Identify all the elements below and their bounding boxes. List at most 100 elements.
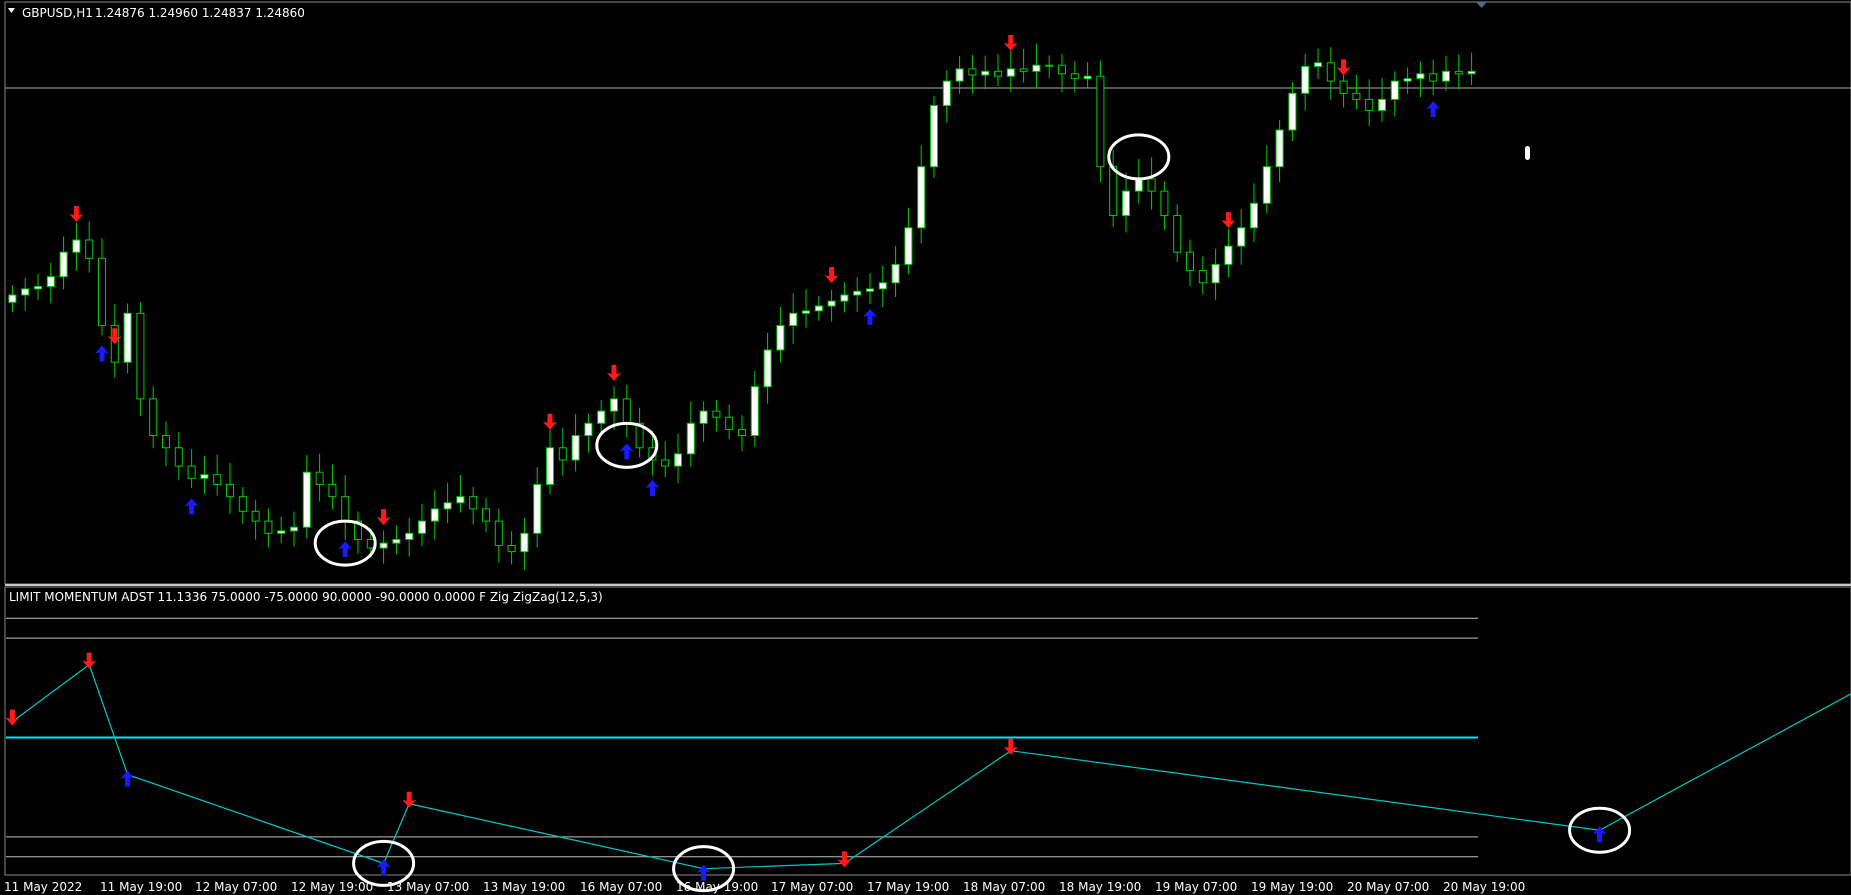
candle-body [1275, 129, 1284, 168]
candle-body [981, 70, 990, 76]
candle-body [827, 300, 836, 307]
candle-body [1377, 98, 1387, 111]
candle-body [533, 483, 542, 534]
candle-body [597, 410, 606, 424]
candle-body [1441, 70, 1451, 82]
candle-body [1006, 68, 1015, 77]
candle-body [725, 416, 734, 430]
candle-body [1249, 202, 1259, 229]
candle-body [1301, 65, 1310, 94]
candle-body [801, 310, 811, 314]
candle-body [8, 294, 17, 303]
candle-body [686, 422, 695, 455]
candle-body [1109, 166, 1118, 217]
candle-body [315, 471, 324, 485]
candle-body [46, 276, 55, 287]
x-tick-label: 18 May 19:00 [1059, 880, 1141, 894]
symbol-label: GBPUSD,H1 [22, 6, 93, 20]
candle-body [59, 251, 68, 278]
candle-body [328, 483, 337, 498]
candle-body [1326, 62, 1335, 82]
x-tick-label: 12 May 19:00 [291, 880, 373, 894]
candle-body [1365, 98, 1374, 111]
candle-body [264, 520, 273, 534]
candle-body [1173, 215, 1182, 253]
candle-body [481, 508, 491, 522]
candle-body [584, 422, 593, 437]
x-tick-label: 19 May 07:00 [1155, 880, 1237, 894]
candle-body [673, 453, 683, 467]
candle-body [21, 288, 30, 296]
candle-body [97, 257, 107, 327]
candle-body [1121, 190, 1131, 217]
candle-body [85, 239, 94, 259]
candle-body [520, 532, 529, 553]
candle-body [1096, 75, 1105, 168]
x-tick-label: 18 May 07:00 [963, 880, 1045, 894]
candle-body [955, 68, 964, 82]
candle-body [1019, 68, 1028, 72]
candle-body [379, 542, 388, 549]
candle-body [1083, 75, 1092, 80]
candle-body [1288, 92, 1297, 131]
scroll-handle[interactable] [1525, 146, 1530, 160]
candle-body [878, 282, 887, 290]
chart-background [0, 0, 1851, 895]
candle-body [763, 349, 772, 388]
candle-body [1134, 178, 1143, 192]
candle-body [942, 80, 951, 107]
candle-body [1339, 80, 1348, 94]
candle-body [405, 532, 414, 540]
candle-body [1416, 73, 1425, 80]
candle-body [891, 263, 900, 284]
indicator-label: LIMIT MOMENTUM ADST 11.1336 75.0000 -75.… [9, 590, 603, 604]
candle-body [929, 105, 939, 168]
candle-body [200, 474, 209, 479]
candle-body [789, 312, 798, 327]
candle-body [392, 538, 401, 544]
candle-body [302, 471, 311, 528]
candle-body [609, 398, 619, 412]
candle-body [456, 496, 465, 504]
candle-body [865, 288, 875, 292]
x-tick-label: 17 May 07:00 [771, 880, 853, 894]
candle-body [904, 227, 913, 265]
candle-body [1429, 73, 1438, 82]
candle-body [251, 510, 260, 522]
candle-body [213, 474, 222, 485]
x-tick-label: 20 May 19:00 [1443, 880, 1525, 894]
candle-body [1198, 270, 1207, 284]
candle-body [149, 398, 158, 437]
x-tick-label: 12 May 07:00 [195, 880, 277, 894]
candle-body [545, 447, 555, 485]
x-tick-label: 17 May 19:00 [867, 880, 949, 894]
candle-body [72, 239, 81, 253]
candle-body [917, 166, 926, 229]
candle-body [1211, 263, 1220, 284]
x-tick-label: 16 May 19:00 [676, 880, 758, 894]
candle-body [1454, 70, 1463, 75]
candle-body [1390, 80, 1399, 100]
x-tick-label: 13 May 19:00 [483, 880, 565, 894]
candle-body [417, 520, 427, 534]
candle-body [187, 465, 196, 479]
candle-body [558, 447, 567, 461]
candle-body [571, 435, 580, 461]
chart-window[interactable]: GBPUSD,H1 1.24876 1.24960 1.24837 1.2486… [0, 0, 1851, 895]
candle-body [494, 520, 503, 547]
x-tick-label: 11 May 2022 [4, 880, 82, 894]
candle-body [776, 325, 785, 351]
ohlc-values: 1.24876 1.24960 1.24837 1.24860 [95, 6, 305, 20]
x-tick-label: 16 May 07:00 [580, 880, 662, 894]
candle-body [993, 70, 1003, 77]
candle-body [661, 459, 670, 467]
candle-body [1224, 245, 1233, 265]
candle-body [366, 538, 375, 549]
candle-body [443, 502, 452, 510]
candle-body [174, 447, 183, 467]
candle-body [1262, 166, 1271, 204]
x-tick-label: 20 May 07:00 [1347, 880, 1429, 894]
candle-body [289, 526, 299, 532]
candle-body [750, 386, 759, 437]
candle-body [968, 68, 977, 76]
